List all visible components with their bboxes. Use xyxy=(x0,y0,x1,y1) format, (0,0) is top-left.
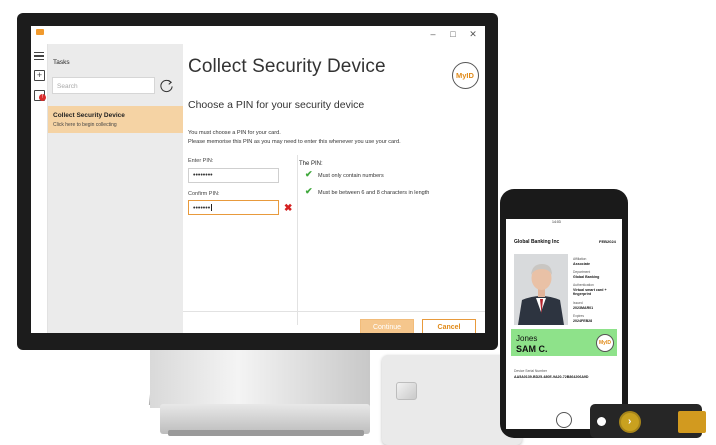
confirm-pin-field[interactable]: ••••••• xyxy=(188,200,279,215)
continue-button[interactable]: Continue xyxy=(360,319,414,333)
pin-rules-heading: The PIN: xyxy=(299,161,323,167)
myid-badge-logo: MyID xyxy=(596,334,614,352)
task-title: Collect Security Device xyxy=(53,112,125,119)
instruction-line-2: Please memorise this PIN as you may need… xyxy=(188,139,401,145)
key-ring-hole xyxy=(597,417,606,426)
expires-value: 2024FEB28 xyxy=(573,319,593,323)
affiliation-value: Associate xyxy=(573,262,590,266)
serial-label: Device Serial Number xyxy=(514,369,547,373)
phone-screen: 14:03 Global Banking Inc FEB2024 Affilia… xyxy=(506,219,622,429)
vertical-divider xyxy=(297,155,298,325)
instruction-line-1: You must choose a PIN for your card. xyxy=(188,130,281,136)
department-value: Global Banking xyxy=(573,275,600,279)
authentication-label: Authentication xyxy=(573,283,594,287)
key-touch-sensor-icon: › xyxy=(619,411,641,433)
error-icon: ✖ xyxy=(284,203,293,214)
check-icon: ✔ xyxy=(305,186,313,196)
confirm-pin-value: ••••••• xyxy=(193,205,211,212)
main-content: Collect Security Device MyID Choose a PI… xyxy=(183,44,485,333)
affiliation-label: Affiliation xyxy=(573,257,587,261)
issued-label: Issued xyxy=(573,301,583,305)
enter-pin-value: •••••••• xyxy=(193,172,213,179)
security-key: › xyxy=(590,404,706,438)
phone-status-bar xyxy=(506,219,622,225)
monitor: – □ ✕ + ! Tasks Search Collect Security … xyxy=(17,13,498,350)
app-window: – □ ✕ + ! Tasks Search Collect Security … xyxy=(31,26,485,333)
enter-pin-label: Enter PIN: xyxy=(188,158,214,164)
check-icon: ✔ xyxy=(305,169,313,179)
task-subtitle: Click here to begin collecting xyxy=(53,122,117,128)
minimize-button[interactable]: – xyxy=(425,28,441,41)
cancel-button[interactable]: Cancel xyxy=(422,319,476,333)
close-button[interactable]: ✕ xyxy=(465,28,481,41)
refresh-icon[interactable] xyxy=(159,78,174,93)
myid-logo-text: MyID xyxy=(456,71,474,80)
notification-badge: ! xyxy=(39,94,46,101)
expires-label: Expires xyxy=(573,314,584,318)
myid-logo: MyID xyxy=(452,62,479,89)
confirm-pin-label: Confirm PIN: xyxy=(188,191,220,197)
issued-value: 2023MAR01 xyxy=(573,306,594,310)
task-item-collect-security-device[interactable]: Collect Security Device Click here to be… xyxy=(48,106,183,133)
monitor-stand xyxy=(150,350,370,408)
pin-rule-numbers: Must only contain numbers xyxy=(318,173,384,179)
cardholder-photo-image xyxy=(514,254,568,325)
enter-pin-field[interactable]: •••••••• xyxy=(188,168,279,183)
serial-value: AA5A0139-BD25-480E-9A20-72B864206A9D xyxy=(514,375,589,379)
cardholder-surname: Jones xyxy=(516,334,538,343)
tasks-heading: Tasks xyxy=(53,59,70,66)
hamburger-menu-icon[interactable] xyxy=(34,52,44,60)
card-chip-icon xyxy=(396,382,417,400)
page-title: Collect Security Device xyxy=(188,56,386,77)
department-label: Department xyxy=(573,270,591,274)
title-bar: – □ ✕ xyxy=(31,26,485,44)
card-date: FEB2024 xyxy=(599,239,616,244)
card-organization: Global Banking Inc xyxy=(514,239,560,245)
cardholder-photo xyxy=(514,254,568,325)
phone: 14:03 Global Banking Inc FEB2024 Affilia… xyxy=(500,189,628,438)
text-caret xyxy=(211,204,212,211)
cardholder-given-name: SAM C. xyxy=(516,344,548,354)
section-subtitle: Choose a PIN for your security device xyxy=(188,99,365,111)
phone-home-button xyxy=(556,412,572,428)
cardholder-name-band: Jones SAM C. MyID xyxy=(511,329,617,356)
footer-divider xyxy=(183,311,485,312)
authentication-value: Virtual smart card + fingerprint xyxy=(573,288,607,296)
app-icon xyxy=(36,29,44,35)
monitor-base-shadow xyxy=(168,430,364,436)
nav-rail: + ! xyxy=(31,44,48,333)
pin-rule-length: Must be between 6 and 8 characters in le… xyxy=(318,190,430,196)
search-input[interactable]: Search xyxy=(52,77,155,94)
tasks-panel: Tasks Search Collect Security Device Cli… xyxy=(48,44,183,333)
phone-time: 14:03 xyxy=(552,220,561,224)
maximize-button[interactable]: □ xyxy=(445,28,461,41)
key-usb-connector xyxy=(678,411,706,433)
add-task-icon[interactable]: + xyxy=(34,70,45,81)
